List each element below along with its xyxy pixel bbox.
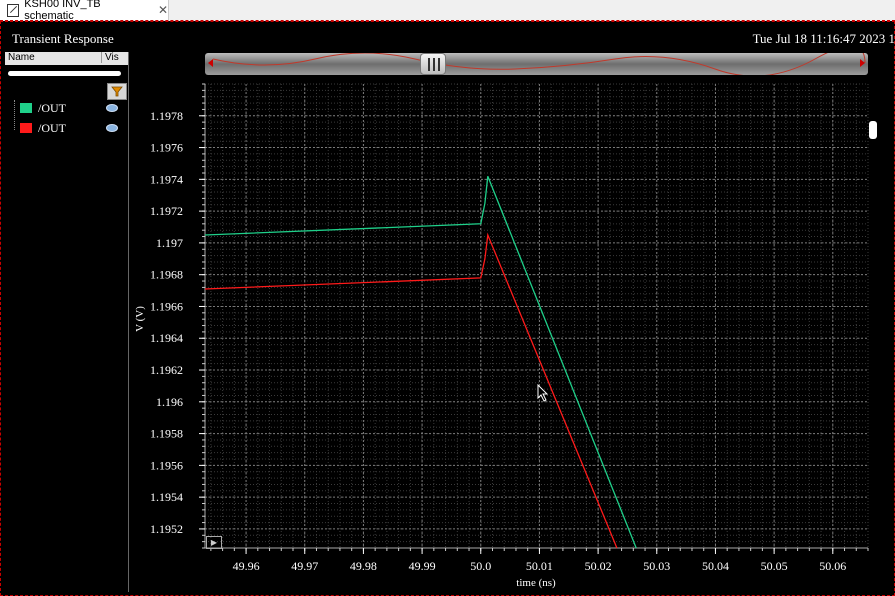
- plot-date: Tue Jul 18 11:16:47 2023 1: [752, 31, 895, 46]
- scroll-right-icon[interactable]: [860, 59, 865, 67]
- filter-button[interactable]: [107, 83, 127, 100]
- legend-swatch: [20, 103, 32, 113]
- plot-window: [0, 21, 895, 596]
- legend-item-label: /OUT: [38, 120, 66, 135]
- play-icon[interactable]: ▶: [206, 536, 222, 549]
- tree-line: [14, 100, 16, 130]
- close-icon[interactable]: ✕: [158, 3, 168, 17]
- waveform-icon: [7, 3, 20, 17]
- legend-item-out-red[interactable]: /OUT: [20, 121, 66, 135]
- mouse-cursor-icon: [537, 384, 549, 402]
- legend-item-label: /OUT: [38, 100, 66, 115]
- legend-col-vis[interactable]: Vis: [101, 52, 119, 63]
- tab-bar: KSH00 INV_TB schematic ✕: [0, 0, 895, 22]
- time-scroller[interactable]: [205, 53, 868, 75]
- scroller-preview-wave: [212, 53, 866, 75]
- tab-schematic[interactable]: KSH00 INV_TB schematic ✕: [0, 0, 169, 22]
- legend-header: Name Vis: [5, 52, 128, 65]
- vertical-scroll-knob[interactable]: [869, 121, 877, 139]
- filter-icon: [111, 86, 123, 97]
- tab-title: KSH00 INV_TB schematic: [24, 0, 101, 22]
- legend-item-out-green[interactable]: /OUT: [20, 101, 66, 115]
- plot-title: Transient Response: [12, 31, 114, 46]
- scroll-left-icon[interactable]: [208, 59, 213, 67]
- eye-icon[interactable]: [106, 104, 118, 112]
- legend-panel: Name Vis /OUT /OUT: [5, 52, 129, 592]
- scroller-thumb[interactable]: [420, 53, 446, 75]
- legend-col-name[interactable]: Name: [8, 52, 35, 63]
- legend-swatch: [20, 123, 32, 133]
- legend-scrollbar[interactable]: [8, 71, 121, 76]
- eye-icon[interactable]: [106, 124, 118, 132]
